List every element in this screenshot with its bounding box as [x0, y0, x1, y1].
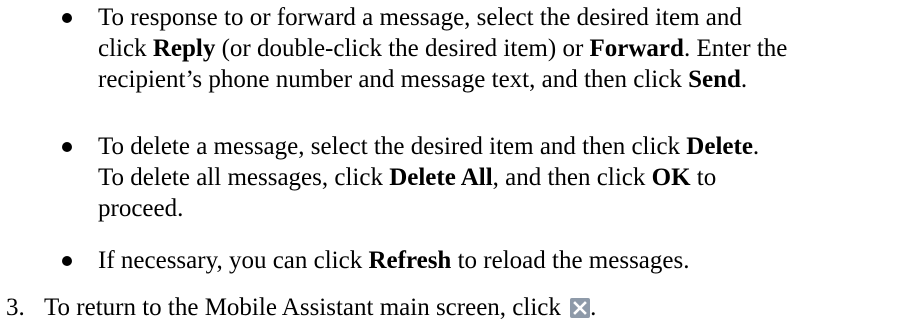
text-line: proceed. — [98, 195, 184, 222]
bold-term: Forward — [589, 35, 684, 62]
bullet-text: To delete a message, select the desired … — [98, 131, 798, 224]
text-line: click Reply (or double-click the desired… — [98, 35, 788, 62]
step-text-label: To return to the Mobile Assistant main s… — [44, 294, 561, 321]
text-line: recipient’s phone number and message tex… — [98, 66, 748, 93]
text-line: To response to or forward a message, sel… — [98, 4, 742, 31]
bullet-dot-icon — [62, 142, 72, 152]
text-line: To delete all messages, click Delete All… — [98, 164, 717, 191]
bullet-dot-icon — [62, 256, 72, 266]
bold-term: Delete — [686, 133, 753, 160]
bullet-text: To response to or forward a message, sel… — [98, 2, 798, 95]
bold-term: Delete All — [389, 164, 493, 191]
bold-term: OK — [651, 164, 691, 191]
text-line: To delete a message, select the desired … — [98, 133, 760, 160]
step-number: 3. — [6, 294, 25, 321]
bold-term: Reply — [152, 35, 216, 62]
step-suffix: . — [590, 294, 597, 321]
close-icon — [570, 298, 591, 318]
bullet-dot-icon — [62, 13, 72, 23]
step-text: To return to the Mobile Assistant main s… — [44, 292, 596, 323]
bold-term: Refresh — [368, 247, 452, 274]
text-line: If necessary, you can click Refresh to r… — [98, 247, 690, 274]
bold-term: Send — [688, 66, 741, 93]
bullet-text: If necessary, you can click Refresh to r… — [98, 245, 798, 276]
